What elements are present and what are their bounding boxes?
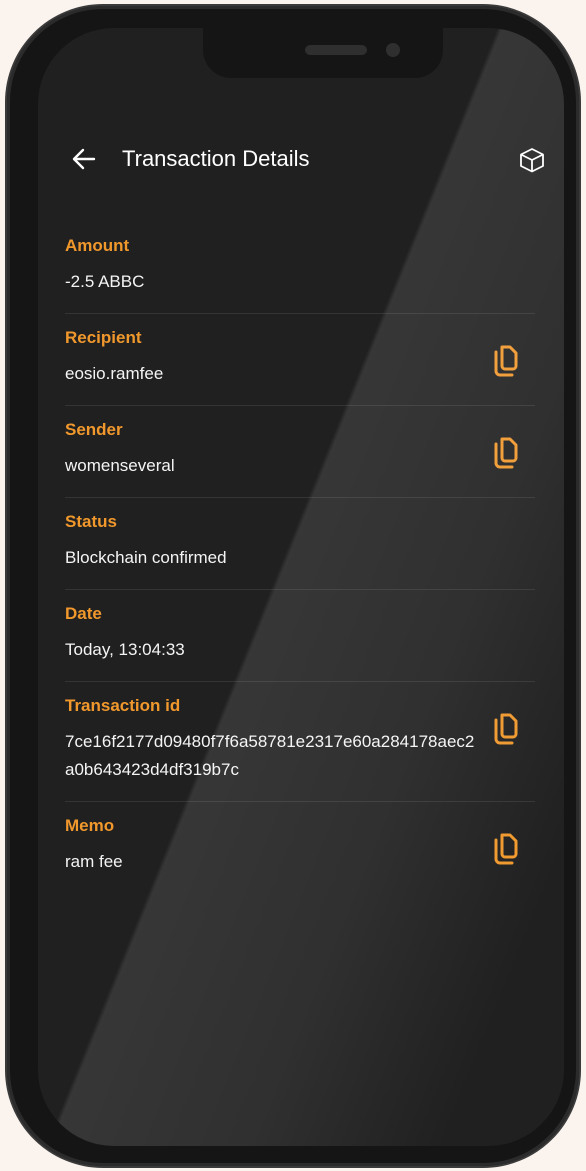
memo-row: Memo ram fee xyxy=(65,802,535,893)
sender-label: Sender xyxy=(65,420,123,439)
date-value: Today, 13:04:33 xyxy=(65,640,185,659)
sender-row: Sender womenseveral xyxy=(65,406,535,498)
transaction-id-label: Transaction id xyxy=(65,696,181,715)
recipient-value: eosio.ramfee xyxy=(65,364,164,383)
transaction-id-value: 7ce16f2177d09480f7f6a58781e2317e60a28417… xyxy=(65,732,475,779)
amount-label: Amount xyxy=(65,236,130,255)
phone-frame: Transaction Details Amount -2.5 ABBC Rec… xyxy=(7,6,579,1166)
copy-recipient-button[interactable] xyxy=(491,344,521,378)
sender-value: womenseveral xyxy=(65,456,175,475)
recipient-label: Recipient xyxy=(65,328,142,347)
app-screen: Transaction Details Amount -2.5 ABBC Rec… xyxy=(38,28,564,1146)
copy-transaction-id-button[interactable] xyxy=(491,712,521,746)
front-camera xyxy=(386,43,400,57)
speaker xyxy=(305,45,367,55)
page-title: Transaction Details xyxy=(122,146,310,171)
amount-row: Amount -2.5 ABBC xyxy=(65,222,535,314)
copy-icon xyxy=(494,833,518,865)
recipient-row: Recipient eosio.ramfee xyxy=(65,314,535,406)
date-label: Date xyxy=(65,604,102,623)
copy-memo-button[interactable] xyxy=(491,832,521,866)
copy-icon xyxy=(494,437,518,469)
status-value: Blockchain confirmed xyxy=(65,548,227,567)
transaction-id-row: Transaction id 7ce16f2177d09480f7f6a5878… xyxy=(65,682,535,802)
memo-value: ram fee xyxy=(65,852,123,871)
status-row: Status Blockchain confirmed xyxy=(65,498,535,590)
app-bar: Transaction Details xyxy=(38,136,564,182)
notch xyxy=(203,28,443,78)
copy-icon xyxy=(494,713,518,745)
back-arrow-icon[interactable] xyxy=(70,146,98,172)
amount-value: -2.5 ABBC xyxy=(65,272,145,291)
status-label: Status xyxy=(65,512,117,531)
page: Transaction Details Amount -2.5 ABBC Rec… xyxy=(0,0,586,1171)
copy-icon xyxy=(494,345,518,377)
copy-sender-button[interactable] xyxy=(491,436,521,470)
cube-icon[interactable] xyxy=(518,146,546,174)
details-list: Amount -2.5 ABBC Recipient eosio.ramfee … xyxy=(65,222,535,893)
memo-label: Memo xyxy=(65,816,115,835)
date-row: Date Today, 13:04:33 xyxy=(65,590,535,682)
